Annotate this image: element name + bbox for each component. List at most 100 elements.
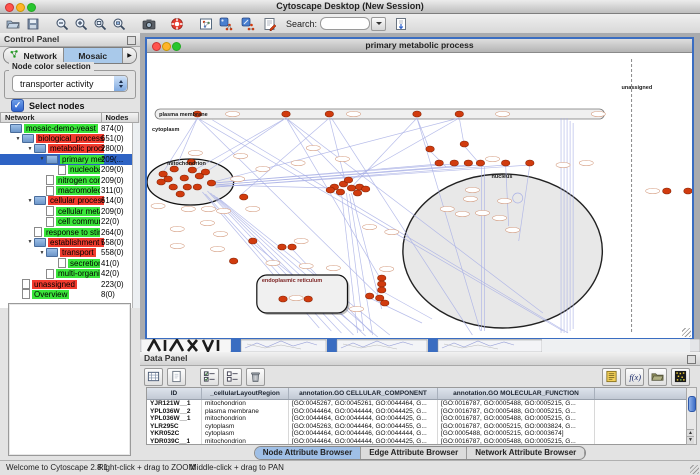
network-window-title: primary metabolic process <box>147 39 692 52</box>
network-tree-row[interactable]: multi-organism pro...42(0) <box>0 268 132 278</box>
tab-node-attribute-browser[interactable]: Node Attribute Browser <box>255 447 362 459</box>
gene-node <box>684 188 692 194</box>
tab-edge-attribute-browser[interactable]: Edge Attribute Browser <box>361 447 467 459</box>
disclosure-triangle-icon[interactable]: ▼ <box>38 250 46 256</box>
search-input[interactable] <box>320 17 370 30</box>
zoom-selected-icon[interactable] <box>110 16 127 32</box>
overview-icon[interactable] <box>197 16 214 32</box>
gene-node <box>193 184 201 190</box>
node-color-dropdown[interactable]: transporter activity <box>12 75 128 92</box>
tab-mosaic[interactable]: Mosaic <box>64 48 124 63</box>
network-tree-row[interactable]: ▼biological_process651(0) <box>0 133 132 143</box>
zoom-out-icon[interactable] <box>53 16 70 32</box>
column-header[interactable] <box>595 388 689 400</box>
network-column-header[interactable]: Network <box>0 112 102 123</box>
network-tree-row[interactable]: macromolecule...311(0) <box>0 185 132 195</box>
attribute-list-icon[interactable] <box>602 368 621 386</box>
table-cell: [GO:0016787, GO:0005488, GO:0005215, G..… <box>438 408 595 416</box>
import-icon[interactable] <box>392 16 409 32</box>
disclosure-triangle-icon[interactable]: ▼ <box>38 156 46 162</box>
node-context-icon[interactable] <box>217 16 234 32</box>
help-icon[interactable] <box>168 16 185 32</box>
network-tree-row[interactable]: unassigned223(0) <box>0 279 132 289</box>
network-tree-row[interactable]: cell communicat...22(0) <box>0 217 132 227</box>
control-panel-header: Control Panel <box>0 33 140 47</box>
network-tree-row[interactable]: cellular metabol...209(0) <box>0 206 132 216</box>
open-file-icon[interactable] <box>4 16 21 32</box>
column-header[interactable]: annotation.GO MOLECULAR_FUNCTION <box>438 388 595 400</box>
network-tree-row[interactable]: ▼primary metabolic209(... <box>0 154 132 164</box>
table-row[interactable]: YPL036W__1mitochondrion[GO:0044464, GO:0… <box>147 415 688 423</box>
gene-node <box>450 160 458 166</box>
zoom-in-icon[interactable] <box>72 16 89 32</box>
column-header[interactable]: annotation.GO CELLULAR_COMPONENT <box>289 388 438 400</box>
network-window-titlebar[interactable]: primary metabolic process <box>147 39 692 53</box>
network-tree-row[interactable]: ▼cellular process614(0) <box>0 196 132 206</box>
tree-scrollbar[interactable] <box>132 123 140 308</box>
table-cell <box>595 408 689 416</box>
window-resize-grip[interactable] <box>682 328 691 337</box>
scroll-down-icon[interactable]: ▼ <box>687 436 694 444</box>
gene-node <box>526 160 534 166</box>
table-row[interactable]: YDR039C__1mitochondrion[GO:0044464, GO:0… <box>147 438 688 445</box>
table-row[interactable]: YLR295Ccytoplasm[GO:0045263, GO:0044464,… <box>147 423 688 431</box>
network-tree-row[interactable]: mosaic-demo-yeast874(0) <box>0 123 132 133</box>
table-row[interactable]: YPL036W__2plasma membrane[GO:0044464, GO… <box>147 408 688 416</box>
disclosure-triangle-icon[interactable]: ▼ <box>26 146 34 152</box>
gene-node <box>249 238 257 244</box>
annotation-icon[interactable] <box>261 16 278 32</box>
minimize-window-icon[interactable] <box>162 42 171 51</box>
network-tree-row[interactable]: ▼establishment of lo...558(0) <box>0 237 132 247</box>
nodes-column-header[interactable]: Nodes <box>102 112 140 123</box>
network-tree-row[interactable]: nucleobase-...209(0) <box>0 165 132 175</box>
column-header[interactable]: ID <box>147 388 202 400</box>
network-tree-row[interactable]: ▼metabolic process280(0) <box>0 144 132 154</box>
close-window-icon[interactable] <box>152 42 161 51</box>
tab-network[interactable]: Network <box>4 48 64 63</box>
more-tabs-button[interactable]: ▶ <box>123 48 136 63</box>
disclosure-triangle-icon[interactable]: ▼ <box>26 239 34 245</box>
label-unassigned: unassigned <box>621 85 652 91</box>
network-tree-row[interactable]: response to stimulus264(0) <box>0 227 132 237</box>
tree-node-label: transport <box>60 248 96 257</box>
snapshot-icon[interactable] <box>140 16 157 32</box>
zoom-fit-icon[interactable] <box>91 16 108 32</box>
deselect-attributes-icon[interactable] <box>223 368 242 386</box>
matrix-icon[interactable] <box>671 368 690 386</box>
function-builder-icon[interactable]: f(x) <box>625 368 644 386</box>
network-tree-row[interactable]: secretion41(0) <box>0 258 132 268</box>
gene-node <box>344 177 352 183</box>
close-window-icon[interactable] <box>5 3 14 12</box>
status-bar: Welcome to Cytoscape 2.8.1 Right-click +… <box>0 460 700 475</box>
minimize-window-icon[interactable] <box>16 3 25 12</box>
disclosure-triangle-icon[interactable]: ▼ <box>26 198 34 204</box>
import-attributes-icon[interactable] <box>648 368 667 386</box>
table-row[interactable]: YKR052Ccytoplasm[GO:0044464, GO:0044446,… <box>147 430 688 438</box>
float-panel-icon[interactable] <box>687 355 696 364</box>
table-row[interactable]: YJR121W__1mitochondrion[GO:0045267, GO:0… <box>147 400 688 408</box>
delete-attribute-icon[interactable] <box>246 368 265 386</box>
gene-node <box>229 258 237 264</box>
column-header[interactable]: _cellularLayoutRegion <box>202 388 289 400</box>
table-scrollbar[interactable]: ▲ ▼ <box>686 387 697 445</box>
app-resize-grip[interactable] <box>690 465 699 474</box>
float-panel-icon[interactable] <box>127 36 136 45</box>
network-tree-row[interactable]: ▼transport558(0) <box>0 248 132 258</box>
network-tree-row[interactable]: Overview8(0) <box>0 289 132 299</box>
new-attribute-icon[interactable] <box>167 368 186 386</box>
search-dropdown-button[interactable] <box>371 17 386 31</box>
tab-network-attribute-browser[interactable]: Network Attribute Browser <box>467 447 585 459</box>
select-nodes-checkbox[interactable]: ✓ <box>11 99 24 112</box>
zoom-window-icon[interactable] <box>172 42 181 51</box>
zoom-window-icon[interactable] <box>27 3 36 12</box>
save-icon[interactable] <box>24 16 41 32</box>
select-attributes-icon[interactable] <box>200 368 219 386</box>
birds-eye-view[interactable] <box>8 303 131 456</box>
gene-label <box>306 145 320 150</box>
network-canvas[interactable]: plasma membranecytoplasmmitochondrionnuc… <box>147 53 692 338</box>
attribute-table-icon[interactable] <box>144 368 163 386</box>
network-tree-row[interactable]: nitrogen compou...209(0) <box>0 175 132 185</box>
disclosure-triangle-icon[interactable]: ▼ <box>14 136 22 142</box>
scrollbar-thumb[interactable] <box>688 396 696 412</box>
edge-context-icon[interactable] <box>239 16 256 32</box>
